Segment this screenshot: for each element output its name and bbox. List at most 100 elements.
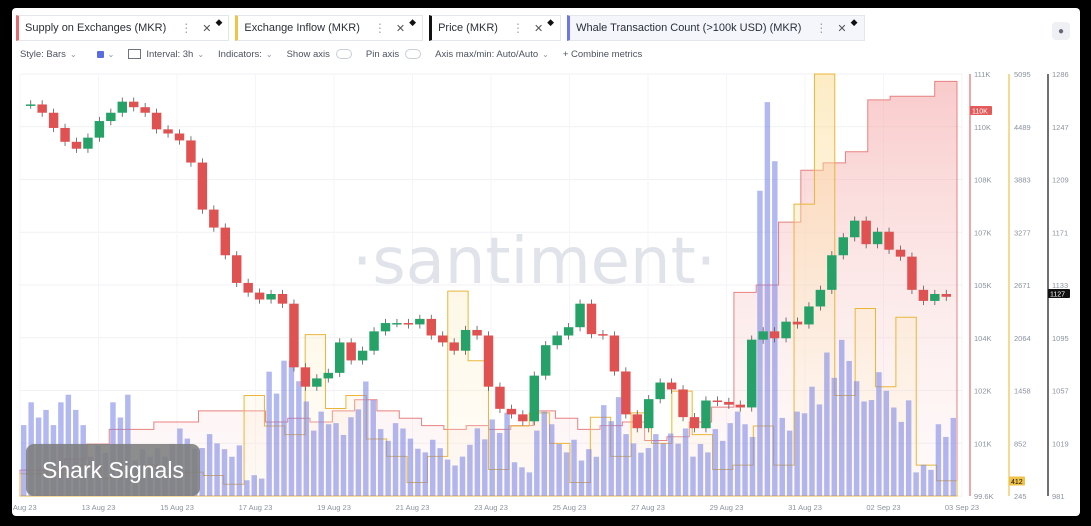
price-candle: [506, 408, 517, 415]
y-tick-label: 107K: [974, 228, 992, 237]
whale-bar: [571, 439, 577, 496]
price-candle: [632, 414, 642, 429]
whale-bar: [653, 434, 659, 496]
price-candle: [392, 323, 402, 325]
whale-bar: [682, 428, 689, 496]
color-selector[interactable]: ⌄: [91, 50, 114, 59]
y-tick-label: 1019: [1052, 439, 1069, 448]
price-candle: [415, 318, 425, 325]
whale-bar: [645, 448, 652, 496]
pin-icon[interactable]: ◆: [851, 17, 858, 28]
price-candle: [621, 371, 631, 415]
more-options-icon[interactable]: ⋮: [374, 21, 386, 35]
price-candle: [323, 372, 333, 379]
settings-icon[interactable]: ●: [1052, 22, 1070, 40]
price-candle: [335, 342, 345, 373]
whale-bar: [281, 360, 287, 496]
whale-bar: [846, 360, 852, 496]
whale-bar: [221, 449, 228, 496]
whale-bar: [824, 352, 830, 496]
whale-bar: [586, 449, 592, 496]
pin-icon[interactable]: ◆: [215, 17, 222, 28]
whale-bar: [415, 448, 421, 496]
toggle-switch[interactable]: [405, 49, 422, 59]
y-tick-label: 1458: [1014, 387, 1031, 396]
pin-icon[interactable]: ◆: [547, 17, 554, 28]
metric-tabs: Supply on Exchanges (MKR) ⋮ ✕ ◆ Exchange…: [16, 15, 871, 41]
more-options-icon[interactable]: ⋮: [180, 21, 192, 35]
x-tick-label: 27 Aug 23: [631, 503, 665, 512]
more-options-icon[interactable]: ⋮: [512, 21, 524, 35]
style-selector[interactable]: Style: Bars ⌄: [20, 49, 77, 60]
price-candle: [861, 220, 871, 245]
indicators-selector[interactable]: Indicators: ⌄: [218, 49, 273, 60]
metric-tab-price[interactable]: Price (MKR) ⋮ ✕ ◆: [429, 15, 562, 41]
price-candle: [186, 140, 196, 163]
price-candle: [609, 335, 620, 372]
whale-bar: [311, 430, 317, 496]
price-candle: [26, 104, 36, 106]
whale-bar: [511, 462, 518, 496]
price-candle: [140, 107, 150, 113]
price-candle: [369, 331, 379, 351]
toggle-switch[interactable]: [335, 49, 352, 59]
price-candle: [838, 237, 848, 256]
price-candle: [438, 335, 448, 343]
metric-tab-inflow[interactable]: Exchange Inflow (MKR) ⋮ ✕ ◆: [235, 15, 424, 41]
whale-bar: [734, 411, 741, 496]
whale-bar: [236, 445, 243, 496]
price-candle: [872, 231, 883, 245]
price-candle: [689, 417, 700, 429]
price-candle: [60, 127, 70, 142]
chart-panel: Supply on Exchanges (MKR) ⋮ ✕ ◆ Exchange…: [12, 8, 1080, 516]
y-tick-label: 1133: [1052, 281, 1068, 290]
whale-bar: [779, 417, 785, 496]
x-tick-label: 11 Aug 23: [12, 503, 37, 512]
pin-axis-toggle[interactable]: Pin axis: [366, 49, 422, 60]
price-candle: [598, 334, 608, 336]
axis-max-min-selector[interactable]: Axis max/min: Auto/Auto ⌄: [435, 49, 549, 60]
whale-bar: [601, 405, 607, 496]
combine-metrics-label: + Combine metrics: [562, 48, 643, 60]
close-icon[interactable]: ✕: [837, 22, 846, 35]
price-candle: [254, 292, 265, 300]
whale-bar: [467, 444, 473, 496]
close-icon[interactable]: ✕: [396, 22, 405, 35]
whale-bar: [935, 424, 942, 496]
price-candle: [747, 339, 757, 408]
whale-bar: [400, 428, 406, 496]
whale-bar: [318, 411, 324, 496]
y-tick-label: 1209: [1052, 176, 1069, 185]
whale-bar: [839, 339, 845, 496]
close-icon[interactable]: ✕: [534, 22, 543, 35]
whale-bar: [385, 440, 391, 496]
x-tick-label: 02 Sep 23: [866, 503, 900, 512]
whale-bar: [519, 467, 525, 496]
metric-tab-whale[interactable]: Whale Transaction Count (>100k USD) (MKR…: [567, 15, 865, 41]
whale-bar: [801, 413, 808, 496]
price-candle: [541, 345, 551, 376]
whale-bar: [214, 443, 220, 496]
interval-selector[interactable]: Interval: 3h ⌄: [128, 49, 204, 60]
more-options-icon[interactable]: ⋮: [815, 21, 827, 35]
y-tick-label: 111K: [974, 70, 990, 79]
metric-tab-label: Price (MKR): [438, 22, 498, 34]
price-candle: [346, 342, 356, 361]
whale-bar: [675, 443, 681, 496]
y-tick-label: 1247: [1052, 123, 1069, 132]
price-candle: [174, 133, 185, 141]
y-tick-label: 3883: [1014, 176, 1031, 185]
metric-tab-supply[interactable]: Supply on Exchanges (MKR) ⋮ ✕ ◆: [16, 15, 230, 41]
close-icon[interactable]: ✕: [202, 22, 211, 35]
price-candle: [552, 335, 562, 346]
whale-bar: [757, 190, 763, 496]
whale-bar: [258, 478, 265, 496]
whale-bar: [541, 411, 547, 496]
whale-bar: [526, 472, 533, 496]
price-candle: [655, 382, 665, 400]
y-tick-label: 99.6K: [974, 492, 994, 501]
show-axis-toggle[interactable]: Show axis: [287, 49, 352, 60]
pin-icon[interactable]: ◆: [409, 17, 416, 28]
price-candle: [529, 375, 539, 422]
combine-metrics-button[interactable]: + Combine metrics: [563, 49, 642, 60]
